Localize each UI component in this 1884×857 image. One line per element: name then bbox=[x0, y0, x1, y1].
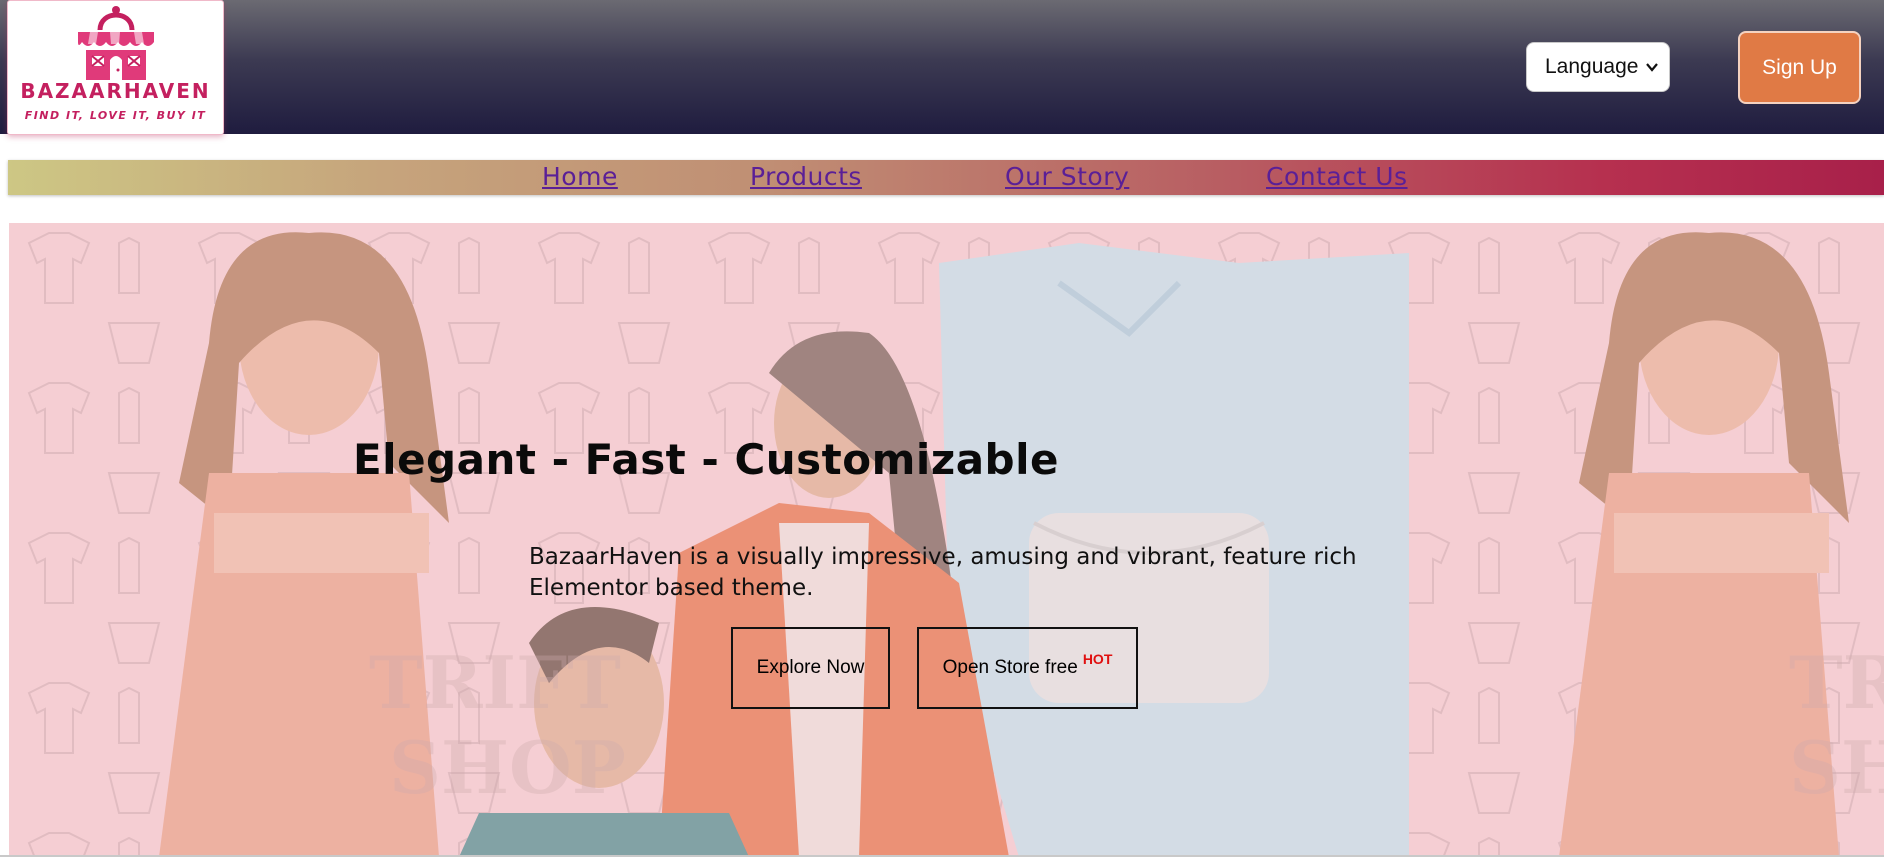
chevron-down-icon bbox=[1646, 63, 1658, 72]
nav-link-products[interactable]: Products bbox=[750, 162, 862, 192]
hero-title: Elegant - Fast - Customizable bbox=[352, 435, 1059, 484]
language-select[interactable]: Language bbox=[1526, 42, 1670, 92]
hero-banner: TRIFT SHOP TRIFT SHOP Elegant - Fast - C… bbox=[9, 223, 1884, 857]
open-store-label: Open Store free bbox=[942, 657, 1078, 678]
nav-link-our-story[interactable]: Our Story bbox=[1005, 162, 1129, 192]
sign-up-button[interactable]: Sign Up bbox=[1738, 31, 1861, 104]
site-header: BAZAARHAVEN FIND IT, LOVE IT, BUY IT Lan… bbox=[0, 0, 1884, 135]
logo-tagline: FIND IT, LOVE IT, BUY IT bbox=[24, 109, 207, 122]
hero-description: BazaarHaven is a visually impressive, am… bbox=[529, 544, 1357, 601]
explore-now-button[interactable]: Explore Now bbox=[731, 627, 890, 709]
language-select-value: Language bbox=[1545, 55, 1639, 78]
shopping-bag-store-icon bbox=[78, 6, 154, 80]
site-logo[interactable]: BAZAARHAVEN FIND IT, LOVE IT, BUY IT bbox=[7, 0, 224, 135]
main-nav: Home Products Our Story Contact Us bbox=[8, 160, 1884, 195]
nav-link-home[interactable]: Home bbox=[542, 162, 618, 192]
hero-overlay bbox=[9, 223, 1884, 857]
logo-name: BAZAARHAVEN bbox=[20, 79, 211, 103]
hot-badge: HOT bbox=[1082, 651, 1113, 667]
open-store-free-button[interactable]: Open Store free HOT bbox=[917, 627, 1138, 709]
explore-now-label: Explore Now bbox=[756, 657, 865, 678]
nav-link-contact-us[interactable]: Contact Us bbox=[1266, 162, 1408, 192]
